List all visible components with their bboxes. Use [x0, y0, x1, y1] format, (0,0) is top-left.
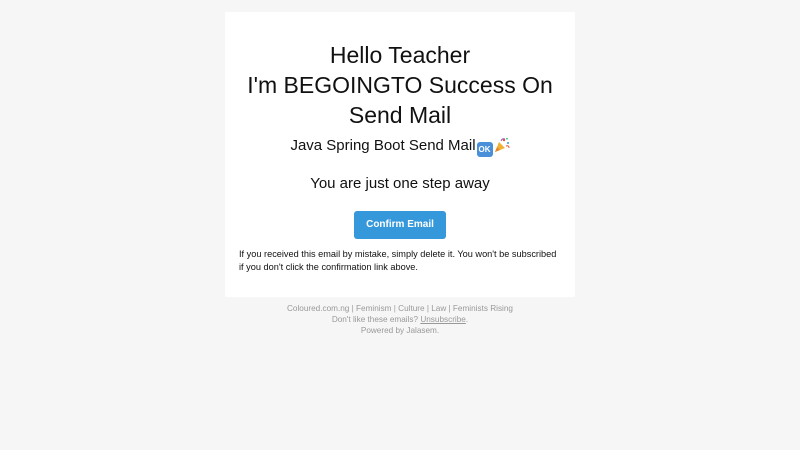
- email-footer: Coloured.com.ng | Feminism | Culture | L…: [225, 303, 575, 336]
- unsubscribe-link[interactable]: Unsubscribe: [420, 315, 466, 324]
- footer-links-line[interactable]: Coloured.com.ng | Feminism | Culture | L…: [225, 303, 575, 314]
- email-tagline: You are just one step away: [310, 175, 490, 192]
- confirm-email-button[interactable]: Confirm Email: [354, 211, 446, 239]
- unsubscribe-prefix: Don't like these emails?: [331, 315, 419, 324]
- title-line-3: Send Mail: [348, 102, 452, 128]
- ok-emoji-icon: OK: [476, 142, 493, 157]
- title-line-1: Hello Teacher: [329, 42, 471, 68]
- mistake-notice: If you received this email by mistake, s…: [239, 249, 557, 272]
- subtitle-text: Java Spring Boot Send Mail: [290, 137, 476, 154]
- party-popper-icon: [494, 137, 510, 152]
- email-subtitle: Java Spring Boot Send Mail OK: [225, 136, 575, 157]
- footer-unsubscribe-line: Don't like these emails? Unsubscribe.: [225, 314, 575, 325]
- email-title: Hello Teacher I'm BEGOINGTO Success On S…: [225, 40, 575, 130]
- email-card: Hello Teacher I'm BEGOINGTO Success On S…: [225, 12, 575, 297]
- unsubscribe-suffix: .: [465, 315, 469, 324]
- powered-by[interactable]: Powered by Jalasem.: [225, 325, 575, 336]
- title-line-2: I'm BEGOINGTO Success On: [247, 72, 553, 98]
